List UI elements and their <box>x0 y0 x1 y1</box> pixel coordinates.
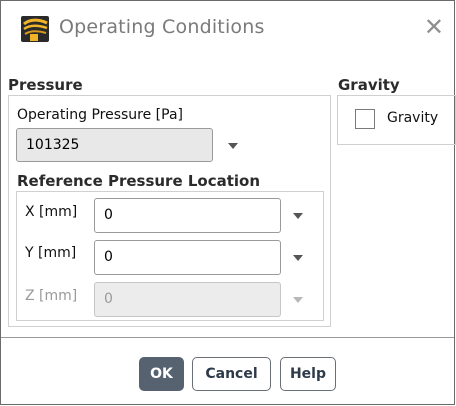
x-label: X [mm] <box>25 204 78 220</box>
operating-conditions-dialog: Operating Conditions ✕ Pressure Operatin… <box>0 0 456 405</box>
reference-pressure-location-label: Reference Pressure Location <box>17 172 261 190</box>
pressure-section-label: Pressure <box>8 76 83 94</box>
y-input[interactable]: 0 <box>94 240 281 275</box>
gravity-checkbox[interactable] <box>355 109 375 129</box>
x-input[interactable]: 0 <box>94 198 281 233</box>
cancel-button[interactable]: Cancel <box>192 357 271 391</box>
button-separator <box>1 337 454 338</box>
operating-pressure-label: Operating Pressure [Pa] <box>17 107 183 123</box>
y-dropdown-icon[interactable] <box>293 255 303 261</box>
close-icon[interactable]: ✕ <box>424 15 444 39</box>
z-dropdown-icon <box>293 297 303 303</box>
gravity-checkbox-label: Gravity <box>387 110 439 126</box>
y-label: Y [mm] <box>25 245 77 261</box>
title-bar: Operating Conditions ✕ <box>1 1 454 57</box>
help-button[interactable]: Help <box>280 357 336 391</box>
z-input: 0 <box>94 282 281 317</box>
gravity-section-label: Gravity <box>338 76 400 94</box>
operating-pressure-input[interactable]: 101325 <box>16 128 213 162</box>
z-label: Z [mm] <box>25 288 78 304</box>
x-dropdown-icon[interactable] <box>293 213 303 219</box>
operating-pressure-dropdown-icon[interactable] <box>228 143 238 149</box>
fluent-app-icon <box>21 16 49 42</box>
ok-button[interactable]: OK <box>139 357 184 391</box>
dialog-title: Operating Conditions <box>59 16 265 38</box>
